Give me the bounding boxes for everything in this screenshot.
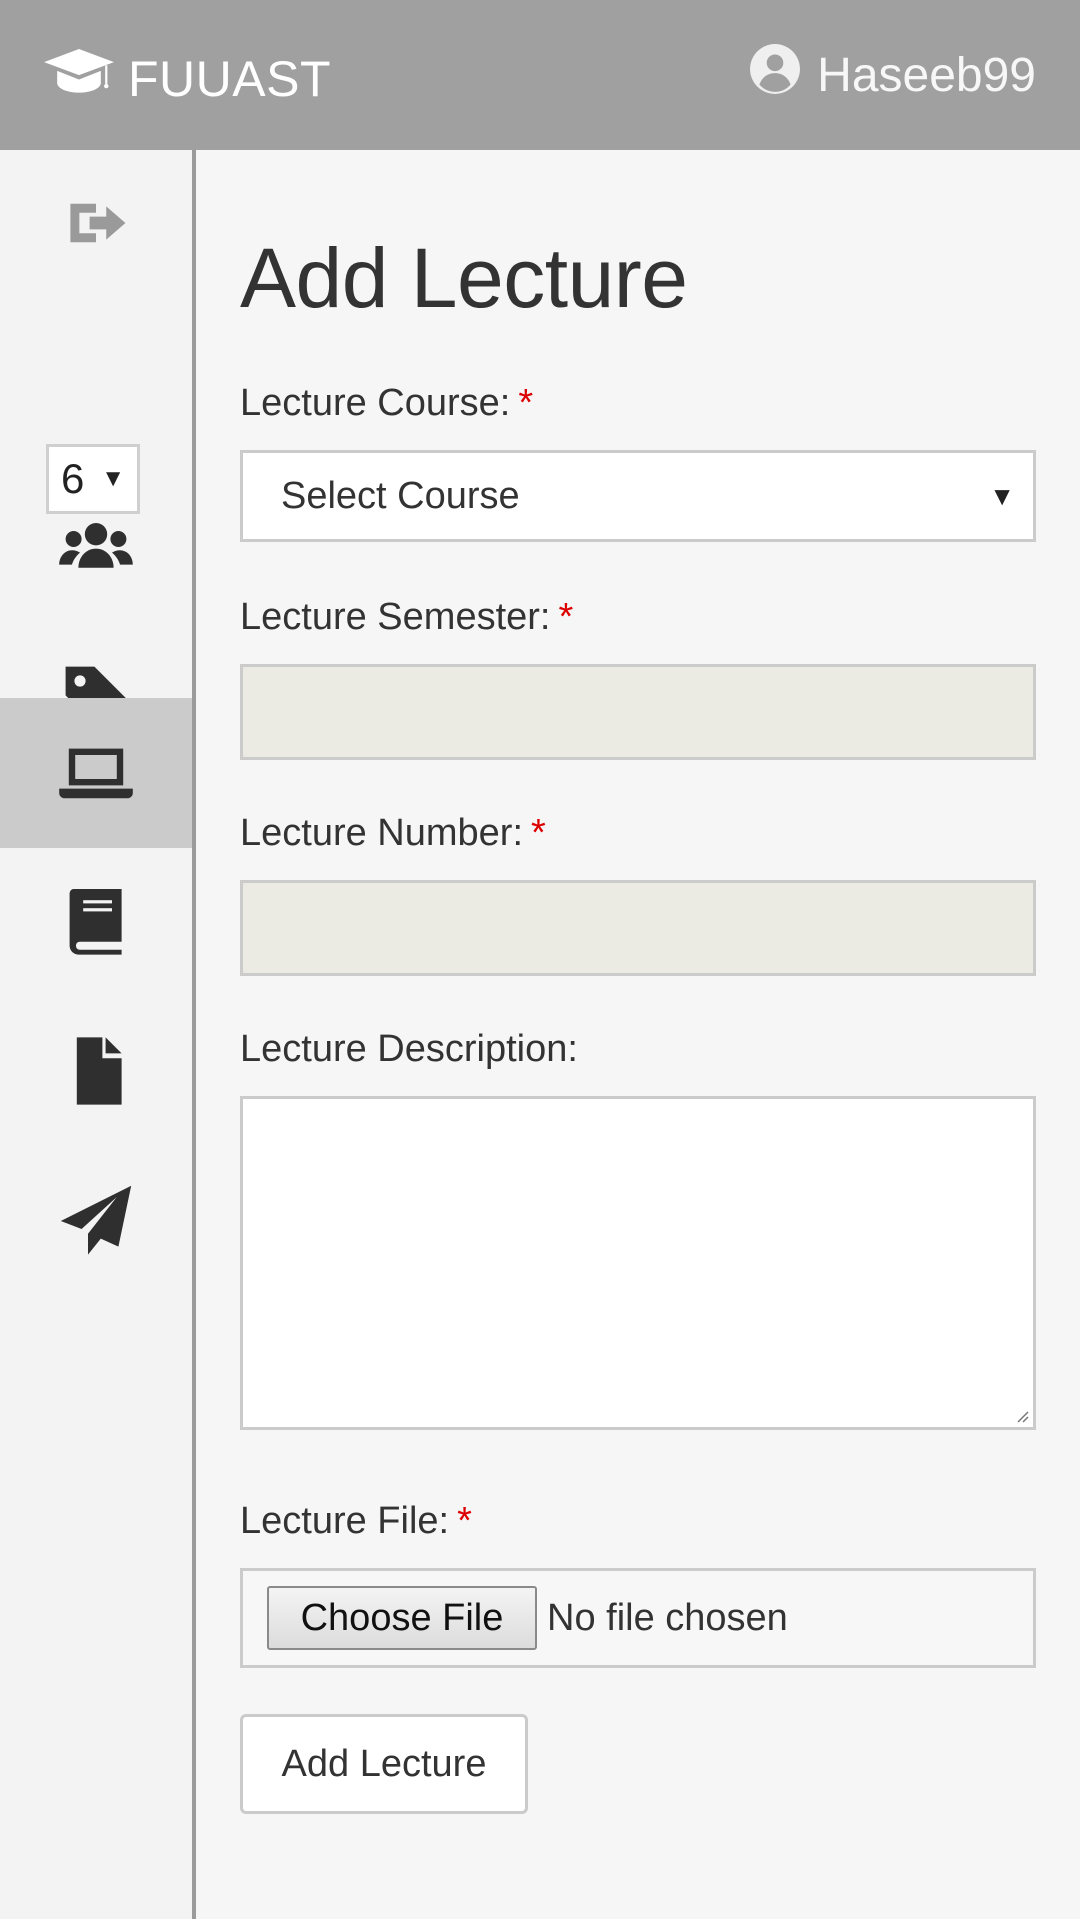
- brand[interactable]: FUUAST: [44, 44, 331, 114]
- lecture-file-input[interactable]: Choose File No file chosen: [240, 1568, 1036, 1668]
- sidebar-item-logout[interactable]: [0, 150, 192, 300]
- lecture-file-label: Lecture File: *: [240, 1500, 472, 1543]
- required-mark: *: [457, 1500, 472, 1542]
- paper-plane-icon: [56, 1181, 136, 1266]
- sidebar-item-users[interactable]: [0, 474, 192, 624]
- exit-icon: [64, 191, 128, 260]
- lecture-course-select[interactable]: Select Course ▼: [240, 450, 1036, 542]
- resize-grip-icon[interactable]: [1015, 1409, 1029, 1423]
- sidebar-item-books[interactable]: [0, 848, 192, 998]
- sidebar-item-lectures[interactable]: [0, 698, 192, 848]
- brand-name: FUUAST: [128, 51, 331, 107]
- sidebar-item-files[interactable]: [0, 998, 192, 1148]
- required-mark: *: [518, 382, 534, 424]
- chevron-down-icon: ▼: [989, 480, 1015, 511]
- lecture-file-label-text: Lecture File:: [240, 1500, 450, 1542]
- top-header: FUUAST Haseeb99: [0, 0, 1080, 150]
- lecture-description-label: Lecture Description:: [240, 1028, 578, 1070]
- lecture-number-label: Lecture Number: *: [240, 812, 546, 855]
- username: Haseeb99: [817, 48, 1036, 102]
- lecture-number-label-text: Lecture Number:: [240, 812, 524, 854]
- graduation-cap-icon: [44, 49, 114, 109]
- lecture-course-label-text: Lecture Course:: [240, 382, 511, 424]
- lecture-semester-field[interactable]: [240, 664, 1036, 760]
- file-icon: [56, 1031, 136, 1116]
- lecture-number-field[interactable]: [240, 880, 1036, 976]
- lecture-description-textarea[interactable]: [240, 1096, 1036, 1430]
- user-circle-icon: [749, 43, 801, 107]
- user-menu[interactable]: Haseeb99: [749, 40, 1036, 110]
- sidebar: 6 ▼: [0, 150, 196, 1919]
- lecture-semester-label: Lecture Semester: *: [240, 596, 573, 639]
- book-icon: [56, 881, 136, 966]
- lecture-course-value: Select Course: [281, 474, 520, 517]
- required-mark: *: [558, 596, 574, 638]
- sidebar-item-send[interactable]: [0, 1148, 192, 1298]
- lecture-course-label: Lecture Course: *: [240, 382, 533, 425]
- page-title: Add Lecture: [240, 231, 688, 325]
- users-icon: [56, 507, 136, 592]
- laptop-icon: [56, 731, 136, 816]
- file-status: No file chosen: [547, 1596, 788, 1639]
- choose-file-button[interactable]: Choose File: [267, 1586, 537, 1650]
- add-lecture-button[interactable]: Add Lecture: [240, 1714, 528, 1814]
- lecture-semester-label-text: Lecture Semester:: [240, 596, 551, 638]
- required-mark: *: [531, 812, 546, 854]
